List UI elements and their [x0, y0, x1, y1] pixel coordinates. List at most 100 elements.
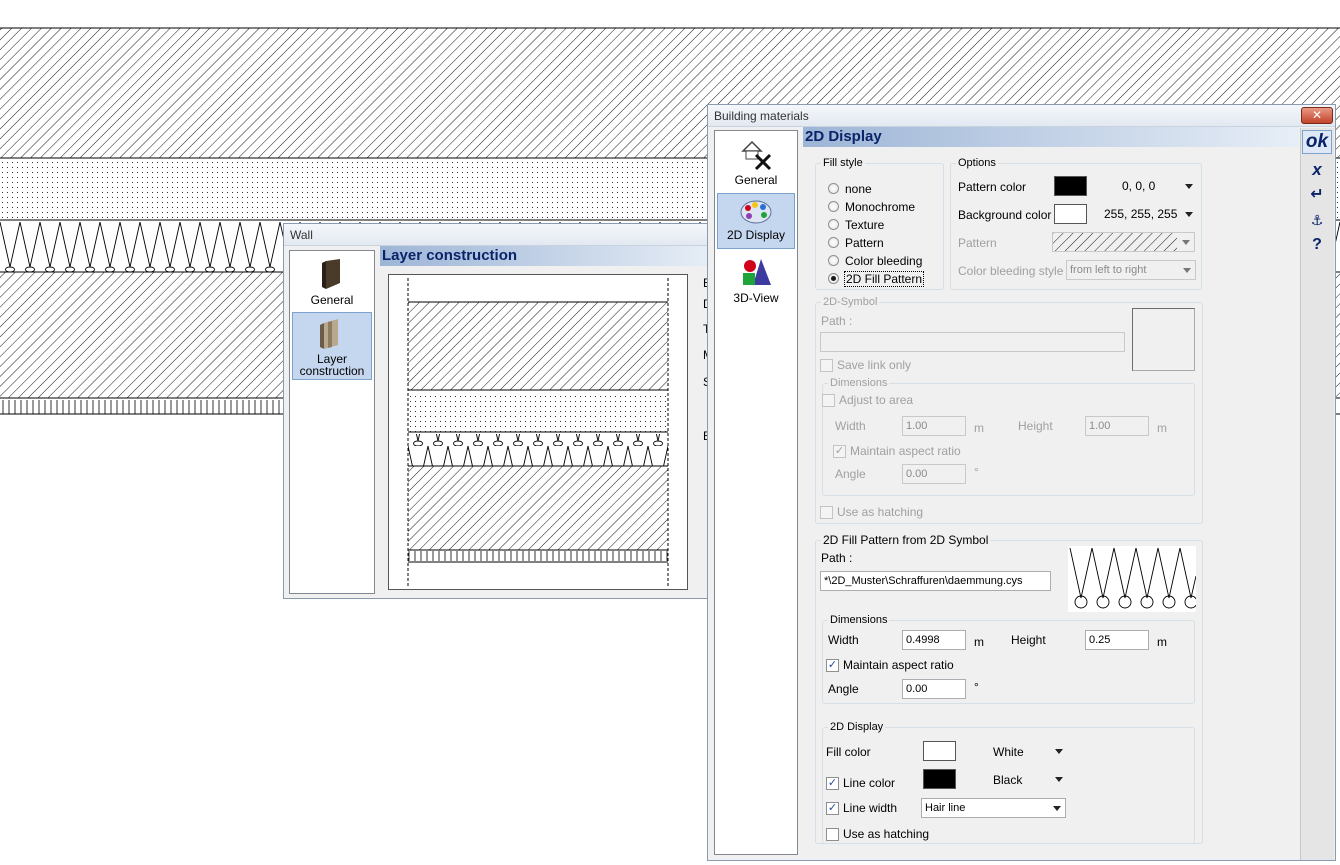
layer-preview-layers: [407, 278, 669, 586]
background-color-dropdown-icon[interactable]: [1185, 212, 1193, 217]
line-width-dropdown-icon: [1053, 806, 1061, 811]
fill-pattern-angle-input[interactable]: 0.00: [902, 679, 966, 699]
options-label: Options: [956, 156, 998, 170]
fill-style-radio-pattern[interactable]: [828, 237, 839, 248]
line-color-swatch[interactable]: [923, 769, 956, 789]
fill-pattern-label: 2D Fill Pattern from 2D Symbol: [821, 533, 991, 547]
fill-style-none-label[interactable]: none: [845, 182, 872, 196]
symbol-angle-unit: °: [974, 465, 979, 479]
fill-style-radio-2d-fill-pattern[interactable]: [828, 273, 839, 284]
materials-nav-2d-display-label: 2D Display: [726, 228, 786, 242]
pattern-color-label: Pattern color: [958, 180, 1027, 194]
fill-pattern-path-input[interactable]: *\2D_Muster\Schraffuren\daemmung.cys: [820, 571, 1051, 591]
fill-style-label: Fill style: [821, 156, 865, 170]
enter-icon[interactable]: ↵: [1302, 183, 1332, 207]
save-link-only-label: Save link only: [837, 358, 912, 372]
color-bleeding-style-select[interactable]: from left to right: [1066, 260, 1196, 280]
pattern-label: Pattern: [958, 236, 997, 250]
adjust-to-area-checkbox[interactable]: [822, 394, 835, 407]
paint-palette-icon: [740, 200, 772, 224]
pattern-color-swatch[interactable]: [1054, 176, 1087, 196]
fill-pattern-angle-label: Angle: [828, 682, 859, 696]
fill-style-pattern-label[interactable]: Pattern: [845, 236, 884, 250]
symbol-height-input[interactable]: 1.00: [1085, 416, 1149, 436]
pattern-select[interactable]: [1052, 232, 1195, 252]
background-color-value: 255, 255, 255: [1104, 207, 1178, 221]
symbol-preview-box: [1132, 308, 1195, 371]
line-color-label: Line color: [843, 776, 896, 790]
layered-wall-icon: [320, 319, 338, 349]
fill-style-radio-monochrome[interactable]: [828, 201, 839, 212]
line-width-select[interactable]: Hair line: [921, 798, 1066, 818]
action-bar: ok x ↵ ⚓ ?: [1300, 128, 1334, 860]
3d-shapes-icon: [743, 259, 771, 285]
close-button[interactable]: ✕: [1301, 107, 1333, 124]
materials-nav-panel: General 2D Display 3D-View: [714, 130, 798, 855]
symbol-angle-input[interactable]: 0.00: [902, 464, 966, 484]
house-tools-icon: [741, 140, 772, 171]
color-bleeding-style-value: from left to right: [1070, 264, 1147, 276]
fill-color-label: Fill color: [826, 745, 871, 759]
symbol-use-as-hatching-label: Use as hatching: [837, 505, 924, 519]
materials-nav-3d-view[interactable]: 3D-View: [717, 253, 795, 309]
materials-window-title: Building materials: [708, 105, 1335, 127]
wall-window[interactable]: Wall General Layer construction Layer co…: [283, 223, 714, 599]
hatch-pattern-preview: [1053, 233, 1177, 251]
fill-style-radio-color-bleeding[interactable]: [828, 255, 839, 266]
materials-nav-3d-view-label: 3D-View: [733, 291, 779, 305]
pattern-color-value: 0, 0, 0: [1122, 179, 1156, 193]
fill-style-color-bleeding-label[interactable]: Color bleeding: [845, 254, 922, 268]
fill-pattern-maintain-aspect-checkbox[interactable]: ✓: [826, 659, 839, 672]
background-color-label: Background color: [958, 208, 1052, 222]
help-button[interactable]: ?: [1302, 233, 1332, 257]
color-bleeding-style-label: Color bleeding style: [958, 264, 1064, 278]
symbol-path-input[interactable]: [820, 332, 1125, 352]
save-link-only-checkbox[interactable]: [820, 359, 833, 372]
wall-nav-general-label: General: [310, 293, 354, 307]
materials-nav-general[interactable]: General: [717, 133, 795, 191]
symbol-use-as-hatching-checkbox[interactable]: [820, 506, 833, 519]
fill-style-radio-none[interactable]: [828, 183, 839, 194]
fill-pattern-dimensions-label: Dimensions: [828, 613, 890, 627]
materials-panel-title: 2D Display: [803, 127, 1299, 147]
background-color-swatch[interactable]: [1054, 204, 1087, 224]
symbol-width-input[interactable]: 1.00: [902, 416, 966, 436]
cancel-button[interactable]: x: [1302, 158, 1332, 182]
wall-nav-general[interactable]: General: [292, 253, 372, 311]
wall-block-icon: [322, 259, 340, 289]
fill-style-texture-label[interactable]: Texture: [845, 218, 884, 232]
display-use-as-hatching-label: Use as hatching: [843, 827, 930, 841]
pattern-select-arrow-icon: [1182, 240, 1190, 245]
wall-window-title: Wall: [284, 224, 712, 246]
anchor-icon[interactable]: ⚓: [1302, 208, 1332, 232]
line-color-checkbox[interactable]: ✓: [826, 777, 839, 790]
ok-button[interactable]: ok: [1302, 130, 1332, 154]
line-color-name: Black: [993, 773, 1023, 787]
fill-pattern-width-unit: m: [974, 635, 984, 649]
fill-pattern-width-label: Width: [828, 633, 859, 647]
color-bleeding-style-arrow-icon: [1183, 268, 1191, 273]
fill-pattern-width-input[interactable]: 0.4998: [902, 630, 966, 650]
fill-color-name: White: [993, 745, 1024, 759]
line-color-dropdown-icon[interactable]: [1055, 777, 1063, 782]
fill-pattern-path-label: Path :: [821, 551, 853, 565]
fill-style-2d-fill-pattern-label[interactable]: 2D Fill Pattern: [844, 271, 925, 287]
symbol-width-label: Width: [835, 419, 866, 433]
symbol-2d-label: 2D-Symbol: [821, 295, 880, 309]
pattern-color-dropdown-icon[interactable]: [1185, 184, 1193, 189]
layer-preview: [388, 274, 688, 590]
wall-nav-layer-construction[interactable]: Layer construction: [292, 312, 372, 380]
symbol-maintain-aspect-checkbox[interactable]: ✓: [833, 445, 846, 458]
fill-pattern-height-label: Height: [1011, 633, 1046, 647]
display-use-as-hatching-checkbox[interactable]: [826, 828, 839, 841]
fill-color-swatch[interactable]: [923, 741, 956, 761]
fill-style-monochrome-label[interactable]: Monochrome: [845, 200, 915, 214]
fill-style-radio-texture[interactable]: [828, 219, 839, 230]
materials-nav-general-label: General: [734, 173, 778, 187]
line-width-checkbox[interactable]: ✓: [826, 802, 839, 815]
symbol-maintain-aspect-label: Maintain aspect ratio: [850, 444, 961, 458]
fill-color-dropdown-icon[interactable]: [1055, 749, 1063, 754]
materials-nav-2d-display[interactable]: 2D Display: [717, 193, 795, 249]
line-width-label: Line width: [843, 801, 898, 815]
fill-pattern-height-input[interactable]: 0.25: [1085, 630, 1149, 650]
